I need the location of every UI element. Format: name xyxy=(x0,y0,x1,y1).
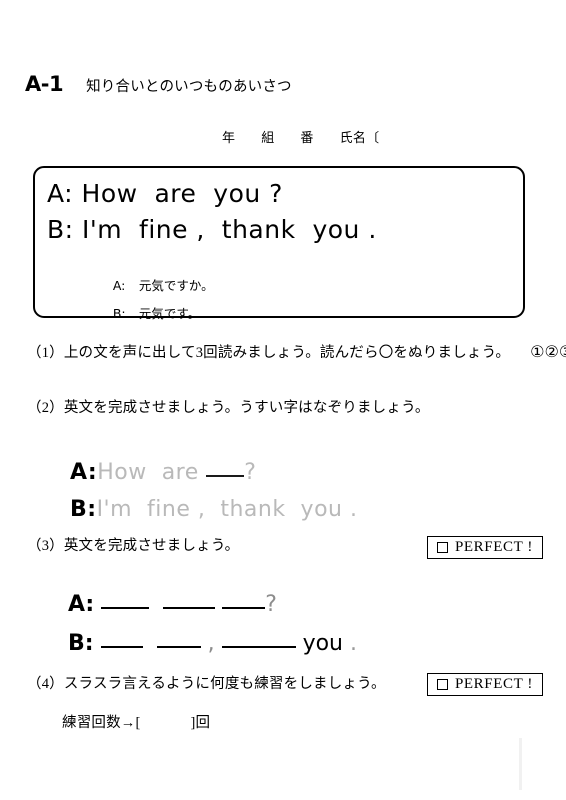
question-3-text: （3）英文を完成させましょう。 xyxy=(27,538,240,554)
question-2-instruction: （2）英文を完成させましょう。うすい字はなぞりましょう。 xyxy=(27,396,430,417)
write-blank[interactable] xyxy=(100,646,143,648)
speaker-label-b: B: xyxy=(69,497,97,522)
period-mark: . xyxy=(350,631,357,656)
lesson-code: A-1 xyxy=(25,72,64,96)
perfect-badge-q4[interactable]: PERFECT ! xyxy=(427,673,543,696)
dialogue-box: A: How are you ? B: I'm fine , thank you… xyxy=(33,166,525,321)
question-1-circles[interactable]: ①②③ xyxy=(530,342,566,361)
practice-count-suffix: ]回 xyxy=(190,715,211,731)
comma-mark: , xyxy=(207,631,215,656)
dialogue-line-a: A: How are you ? xyxy=(47,179,283,208)
question-4-instruction: （4）スラスラ言えるように何度も練習をしましょう。 xyxy=(27,672,386,693)
traced-text-b: I'm fine , thank you . xyxy=(96,497,358,522)
question-4-text: （4）スラスラ言えるように何度も練習をしましょう。 xyxy=(27,676,386,692)
worksheet-page: A-1 知り合いとのいつものあいさつ 年 組 番 氏名〔 〕 A: How ar… xyxy=(0,0,566,800)
number-label: 番 xyxy=(300,131,314,146)
translation-line-b: B: 元気です。 xyxy=(89,288,200,337)
printed-word-you: you xyxy=(302,631,343,656)
question-1-instruction: （1）上の文を声に出して3回読みましょう。読んだら〇をぬりましょう。 ①②③ xyxy=(27,341,566,362)
scan-artifact xyxy=(519,738,522,790)
lesson-title: 知り合いとのいつものあいさつ xyxy=(86,79,292,95)
name-label: 氏名〔 xyxy=(339,131,380,146)
question-3-line-b: B: , you . xyxy=(40,606,357,681)
year-label: 年 xyxy=(222,131,236,146)
translation-b-text: 元気です。 xyxy=(138,306,201,321)
practice-count-row: 練習回数→[ ]回 xyxy=(62,711,210,732)
question-3-instruction: （3）英文を完成させましょう。 xyxy=(27,534,239,555)
perfect-label: PERFECT ! xyxy=(454,539,534,555)
perfect-badge-q3[interactable]: PERFECT ! xyxy=(427,536,543,559)
practice-count-prefix: 練習回数→[ xyxy=(62,715,141,731)
dialogue-line-b: B: I'm fine , thank you . xyxy=(47,215,377,244)
question-2-text: （2）英文を完成させましょう。うすい字はなぞりましょう。 xyxy=(27,400,430,416)
write-blank[interactable] xyxy=(221,646,296,648)
speaker-label-b: B: xyxy=(67,631,94,656)
worksheet-header: A-1 知り合いとのいつものあいさつ xyxy=(25,74,292,95)
student-name-field: 年 組 番 氏名〔 〕 xyxy=(222,127,566,146)
question-1-text: （1）上の文を声に出して3回読みましょう。読んだら〇をぬりましょう。 xyxy=(27,345,511,361)
perfect-label: PERFECT ! xyxy=(454,676,534,692)
checkbox-icon[interactable] xyxy=(436,542,448,553)
checkbox-icon[interactable] xyxy=(436,679,448,690)
class-label: 組 xyxy=(261,131,275,146)
write-blank[interactable] xyxy=(156,646,201,648)
translation-b-tag: B: xyxy=(112,306,126,321)
